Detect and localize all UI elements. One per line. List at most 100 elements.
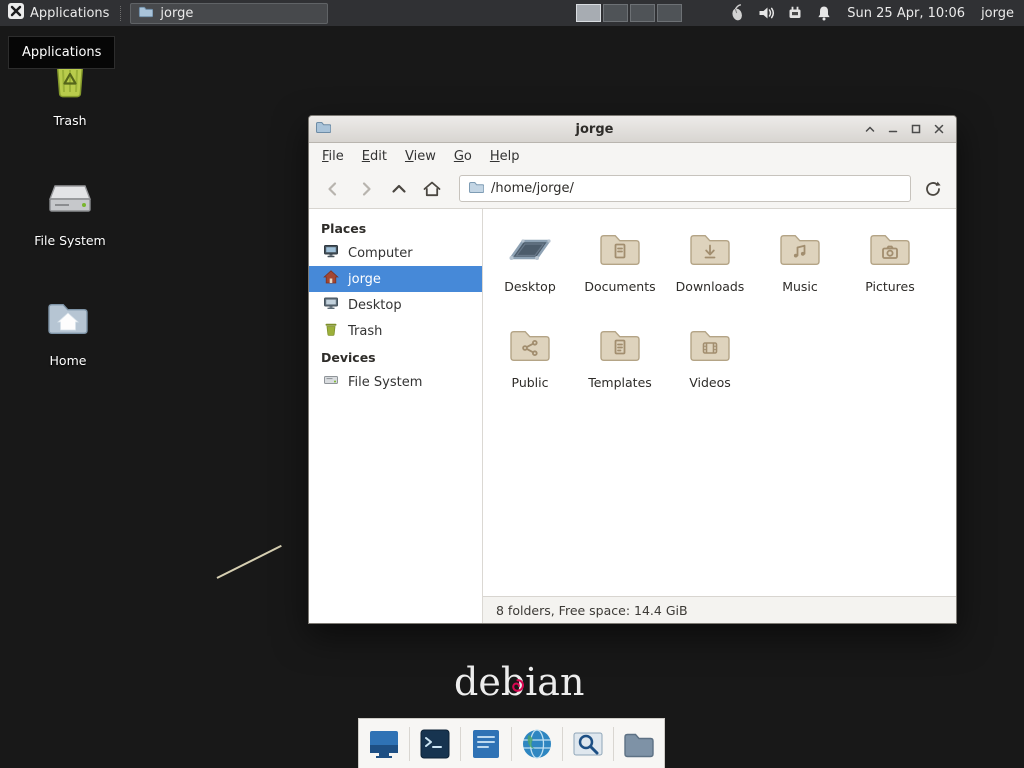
menu-edit[interactable]: Edit	[353, 146, 396, 167]
applications-menu-label: Applications	[30, 6, 109, 21]
status-text: 8 folders, Free space: 14.4 GiB	[496, 603, 688, 618]
bottom-dock	[358, 718, 665, 768]
workspace-1[interactable]	[576, 4, 601, 22]
file-label: Public	[512, 375, 549, 390]
back-button[interactable]	[317, 176, 348, 202]
toolbar: /home/jorge/	[309, 169, 956, 209]
location-bar[interactable]: /home/jorge/	[459, 175, 911, 202]
app-finder-icon[interactable]	[567, 722, 609, 766]
shade-button[interactable]	[858, 119, 881, 140]
folder-icon	[686, 321, 734, 369]
top-panel: Applications jorge Sun 25 Apr, 10:06 jor…	[0, 0, 1024, 26]
display-icon[interactable]	[363, 722, 405, 766]
applications-menu-icon	[8, 3, 24, 23]
menu-view[interactable]: View	[396, 146, 445, 167]
file-item-music[interactable]: Music	[755, 225, 845, 321]
web-browser-icon[interactable]	[516, 722, 558, 766]
dock-separator	[511, 727, 512, 761]
window-titlebar[interactable]: jorge	[309, 116, 956, 143]
taskbar-window-icon	[138, 4, 153, 23]
panel-clock[interactable]: Sun 25 Apr, 10:06	[847, 6, 965, 21]
file-item-desktop[interactable]: Desktop	[485, 225, 575, 321]
folder-icon	[686, 225, 734, 273]
hard-drive-icon	[46, 174, 94, 226]
tooltip-text: Applications	[22, 45, 101, 60]
file-label: Desktop	[504, 279, 556, 294]
reload-button[interactable]	[917, 176, 948, 202]
text-editor-icon[interactable]	[465, 722, 507, 766]
file-label: Music	[782, 279, 818, 294]
home-button[interactable]	[416, 176, 447, 202]
folder-icon	[506, 321, 554, 369]
file-item-documents[interactable]: Documents	[575, 225, 665, 321]
sidebar-item-label: Trash	[348, 324, 382, 339]
dock-separator	[460, 727, 461, 761]
dock-separator	[562, 727, 563, 761]
desktop-icon-home[interactable]: Home	[20, 294, 116, 368]
file-label: Downloads	[676, 279, 745, 294]
taskbar-window-button[interactable]: jorge	[130, 3, 328, 24]
volume-icon[interactable]	[757, 4, 775, 22]
file-item-templates[interactable]: Templates	[575, 321, 665, 417]
desktop-icon-file-system[interactable]: File System	[22, 174, 118, 248]
notification-bell-icon[interactable]	[815, 4, 833, 22]
dock-separator	[409, 727, 410, 761]
panel-user-label[interactable]: jorge	[981, 6, 1014, 21]
drive-icon	[323, 372, 339, 392]
file-item-downloads[interactable]: Downloads	[665, 225, 755, 321]
file-item-public[interactable]: Public	[485, 321, 575, 417]
sidebar-item-computer[interactable]: Computer	[309, 240, 482, 266]
forward-button[interactable]	[350, 176, 381, 202]
file-view-column: Desktop Documents	[483, 209, 956, 623]
workspace-pager	[576, 4, 682, 22]
maximize-button[interactable]	[904, 119, 927, 140]
terminal-icon[interactable]	[414, 722, 456, 766]
folder-icon	[776, 225, 824, 273]
sidebar: Places Computer jorge Desktop	[309, 209, 483, 623]
menu-go[interactable]: Go	[445, 146, 481, 167]
power-manager-icon[interactable]	[786, 4, 804, 22]
file-manager-window: jorge File Edit View Go Help	[308, 115, 957, 624]
menu-help[interactable]: Help	[481, 146, 529, 167]
panel-handle	[120, 6, 125, 21]
applications-menu-button[interactable]: Applications	[0, 0, 117, 26]
desktop-icon-label: File System	[34, 233, 106, 248]
sidebar-item-label: jorge	[348, 272, 381, 287]
wallpaper-line	[217, 545, 282, 579]
desktop-icon	[323, 295, 339, 315]
sidebar-places-header: Places	[309, 215, 482, 240]
share-emblem-icon	[520, 338, 540, 362]
file-item-pictures[interactable]: Pictures	[845, 225, 935, 321]
folder-icon	[866, 225, 914, 273]
sidebar-item-trash[interactable]: Trash	[309, 318, 482, 344]
path-text[interactable]: /home/jorge/	[491, 181, 574, 196]
workspace-3[interactable]	[630, 4, 655, 22]
file-label: Documents	[584, 279, 655, 294]
sidebar-item-label: Computer	[348, 246, 413, 261]
computer-icon	[323, 243, 339, 263]
sidebar-item-jorge[interactable]: jorge	[309, 266, 482, 292]
minimize-button[interactable]	[881, 119, 904, 140]
window-title: jorge	[331, 122, 858, 137]
sidebar-item-desktop[interactable]: Desktop	[309, 292, 482, 318]
debian-logo: debian	[454, 660, 584, 704]
document-emblem-icon	[610, 242, 630, 266]
sidebar-item-file-system[interactable]: File System	[309, 369, 482, 395]
camera-emblem-icon	[880, 242, 900, 266]
workspace-2[interactable]	[603, 4, 628, 22]
workspace-4[interactable]	[657, 4, 682, 22]
mouse-icon[interactable]	[728, 4, 746, 22]
window-content: Places Computer jorge Desktop	[309, 209, 956, 623]
desktop-icon-label: Trash	[53, 113, 86, 128]
file-grid: Desktop Documents	[483, 209, 956, 596]
status-bar: 8 folders, Free space: 14.4 GiB	[483, 596, 956, 623]
menu-file[interactable]: File	[313, 146, 353, 167]
close-button[interactable]	[927, 119, 950, 140]
desktop-surface-icon	[506, 225, 554, 273]
file-manager-icon[interactable]	[618, 722, 660, 766]
file-label: Templates	[588, 375, 652, 390]
file-label: Videos	[689, 375, 731, 390]
up-button[interactable]	[383, 176, 414, 202]
sidebar-devices-header: Devices	[309, 344, 482, 369]
file-item-videos[interactable]: Videos	[665, 321, 755, 417]
